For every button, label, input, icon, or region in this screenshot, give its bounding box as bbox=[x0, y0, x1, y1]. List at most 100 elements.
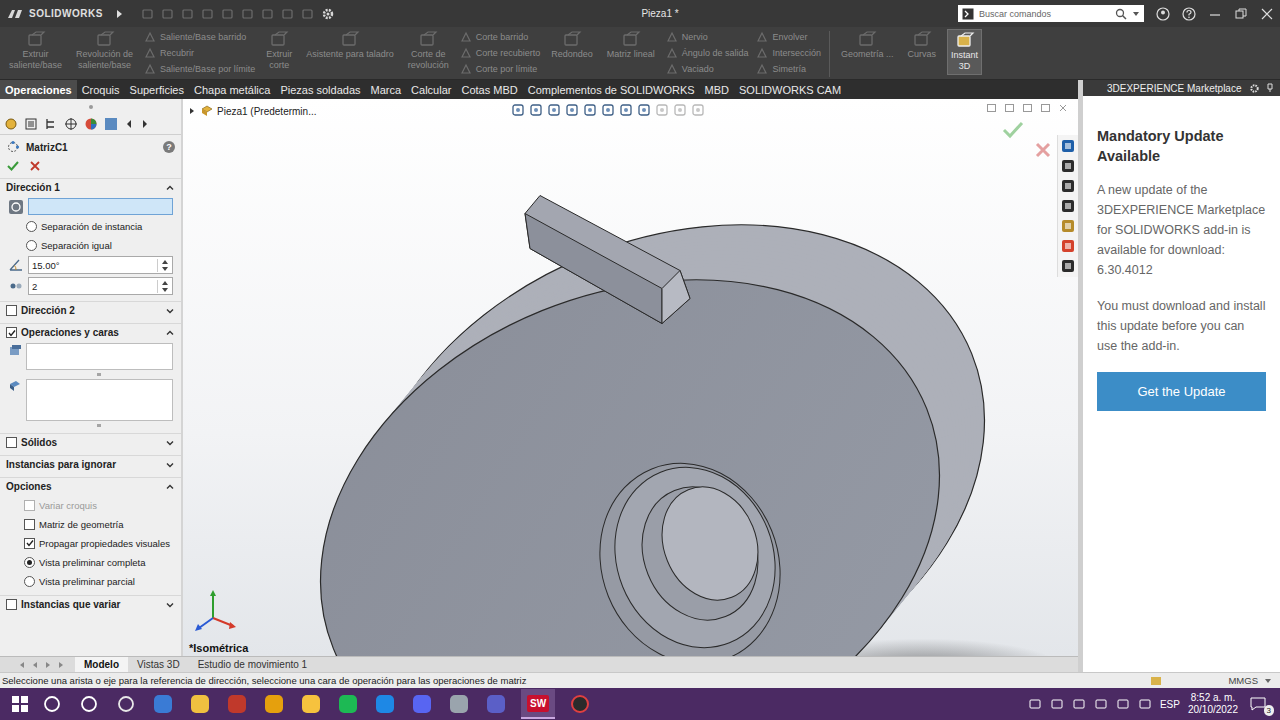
checkbox[interactable] bbox=[6, 599, 17, 610]
ribbon-small-button[interactable]: Corte recubierto bbox=[460, 45, 541, 61]
taskbar-app-icon[interactable] bbox=[188, 692, 212, 716]
pin-icon[interactable] bbox=[1265, 83, 1275, 93]
tab-nav-arrow-icon[interactable] bbox=[55, 660, 67, 670]
ribbon-button[interactable]: Corte derevolución bbox=[405, 29, 452, 75]
taskbar-app-icon[interactable] bbox=[447, 692, 471, 716]
section-header[interactable]: Instancias para ignorar bbox=[0, 455, 181, 473]
configuration-icon[interactable] bbox=[44, 117, 58, 131]
units-indicator[interactable]: MMGS bbox=[1228, 675, 1258, 686]
ribbon-small-button[interactable]: Recubrir bbox=[144, 45, 255, 61]
ribbon-button[interactable]: Curvas bbox=[904, 29, 939, 75]
restore-icon[interactable] bbox=[1234, 7, 1248, 21]
chevron-icon[interactable] bbox=[165, 183, 175, 193]
close-icon[interactable] bbox=[1260, 7, 1274, 21]
magnifier-icon[interactable] bbox=[1115, 8, 1127, 20]
radio-button[interactable] bbox=[24, 576, 35, 587]
section-header[interactable]: Instancias que variar bbox=[0, 595, 181, 613]
clock[interactable]: 8:52 a. m.20/10/2022 bbox=[1188, 692, 1238, 716]
command-tab[interactable]: Cotas MBD bbox=[456, 80, 522, 99]
quick-access-icon[interactable] bbox=[301, 8, 315, 20]
section-header[interactable]: Operaciones y caras bbox=[0, 323, 181, 341]
gear-icon[interactable] bbox=[1249, 83, 1260, 94]
taskbar-app-icon[interactable] bbox=[225, 692, 249, 716]
angle-field[interactable]: 15.00° bbox=[28, 256, 173, 274]
expand-menu-icon[interactable] bbox=[114, 9, 124, 19]
scroll-left-icon[interactable] bbox=[124, 117, 134, 131]
units-caret-icon[interactable] bbox=[1264, 677, 1272, 685]
scroll-right-icon[interactable] bbox=[140, 117, 150, 131]
taskbar-app-icon[interactable] bbox=[299, 692, 323, 716]
view-tool-icon[interactable] bbox=[511, 103, 527, 117]
taskbar-app-icon[interactable] bbox=[40, 692, 64, 716]
task-pane-icon[interactable] bbox=[1060, 158, 1076, 174]
tray-icon[interactable] bbox=[1028, 697, 1042, 711]
display-manager-icon[interactable] bbox=[84, 117, 98, 131]
radio-button[interactable] bbox=[24, 557, 35, 568]
confirm-check-icon[interactable] bbox=[1002, 121, 1024, 139]
spin-down-icon[interactable] bbox=[161, 287, 169, 293]
tray-icon[interactable] bbox=[1094, 697, 1108, 711]
spinner[interactable] bbox=[157, 280, 172, 293]
checkbox[interactable] bbox=[24, 538, 35, 549]
quick-access-icon[interactable] bbox=[141, 8, 155, 20]
command-tab[interactable]: Marca bbox=[366, 80, 407, 99]
quick-access-icon[interactable] bbox=[241, 8, 255, 20]
chevron-icon[interactable] bbox=[165, 460, 175, 470]
spinner[interactable] bbox=[157, 259, 172, 272]
command-tab[interactable]: Calcular bbox=[406, 80, 456, 99]
tab-nav-arrow-icon[interactable] bbox=[16, 660, 28, 670]
view-tool-icon[interactable] bbox=[565, 103, 581, 117]
ribbon-small-button[interactable]: Saliente/Base barrido bbox=[144, 29, 255, 45]
faces-list[interactable] bbox=[26, 379, 173, 421]
taskbar-app-icon[interactable] bbox=[373, 692, 397, 716]
option-row[interactable]: Variar croquis bbox=[8, 497, 173, 513]
section-header[interactable]: Opciones bbox=[0, 477, 181, 495]
breadcrumb[interactable]: Pieza1 (Predetermin... bbox=[187, 104, 317, 118]
chevron-icon[interactable] bbox=[165, 306, 175, 316]
ribbon-small-button[interactable]: Corte por límite bbox=[460, 61, 541, 77]
tab-nav-arrow-icon[interactable] bbox=[42, 660, 54, 670]
confirm-cancel-icon[interactable] bbox=[1034, 141, 1052, 159]
task-pane-icon[interactable] bbox=[1060, 218, 1076, 234]
taskbar-app-icon[interactable] bbox=[262, 692, 286, 716]
bottom-tab[interactable]: Vistas 3D bbox=[128, 657, 189, 672]
minimize-icon[interactable] bbox=[1208, 7, 1222, 21]
view-tool-icon[interactable] bbox=[529, 103, 545, 117]
viewport-control-icon[interactable] bbox=[1004, 103, 1016, 113]
features-list[interactable] bbox=[26, 343, 173, 370]
checkbox[interactable] bbox=[6, 437, 17, 448]
command-tab[interactable]: MBD bbox=[700, 80, 734, 99]
taskbar-app-icon[interactable] bbox=[568, 692, 592, 716]
option-row[interactable]: Matriz de geometría bbox=[8, 516, 173, 532]
task-pane-icon[interactable] bbox=[1060, 138, 1076, 154]
windows-start-icon[interactable] bbox=[12, 696, 28, 712]
task-pane-icon[interactable] bbox=[1060, 258, 1076, 274]
command-tab[interactable]: Chapa metálica bbox=[189, 80, 275, 99]
task-pane-icon[interactable] bbox=[1060, 178, 1076, 194]
input-language[interactable]: ESP bbox=[1160, 699, 1180, 710]
radio-button[interactable] bbox=[26, 221, 37, 232]
view-tool-icon[interactable] bbox=[673, 103, 689, 117]
bottom-tab[interactable]: Estudio de movimiento 1 bbox=[189, 657, 317, 672]
tray-icon[interactable] bbox=[1116, 697, 1130, 711]
spin-up-icon[interactable] bbox=[161, 280, 169, 286]
direction-reference-field[interactable] bbox=[28, 198, 173, 215]
ribbon-button[interactable]: Instant3D bbox=[947, 29, 982, 75]
ribbon-small-button[interactable]: Nervio bbox=[666, 29, 749, 45]
option-row[interactable]: Vista preliminar completa bbox=[8, 554, 173, 570]
bottom-tab[interactable]: Modelo bbox=[75, 657, 128, 672]
section-header[interactable]: Dirección 1 bbox=[0, 178, 181, 196]
user-icon[interactable] bbox=[1156, 7, 1170, 21]
cam-icon[interactable] bbox=[104, 117, 118, 131]
chevron-icon[interactable] bbox=[165, 600, 175, 610]
view-tool-icon[interactable] bbox=[691, 103, 707, 117]
ribbon-small-button[interactable]: Vaciado bbox=[666, 61, 749, 77]
checkbox[interactable] bbox=[6, 327, 17, 338]
tray-icon[interactable] bbox=[1138, 697, 1152, 711]
spacing-radio[interactable]: Separación igual bbox=[8, 237, 173, 253]
option-row[interactable]: Propagar propiedades visuales bbox=[8, 535, 173, 551]
taskbar-app-icon[interactable] bbox=[77, 692, 101, 716]
solidworks-taskbar-button[interactable]: SW bbox=[521, 689, 555, 719]
radio-button[interactable] bbox=[26, 240, 37, 251]
property-manager-icon[interactable] bbox=[24, 117, 38, 131]
